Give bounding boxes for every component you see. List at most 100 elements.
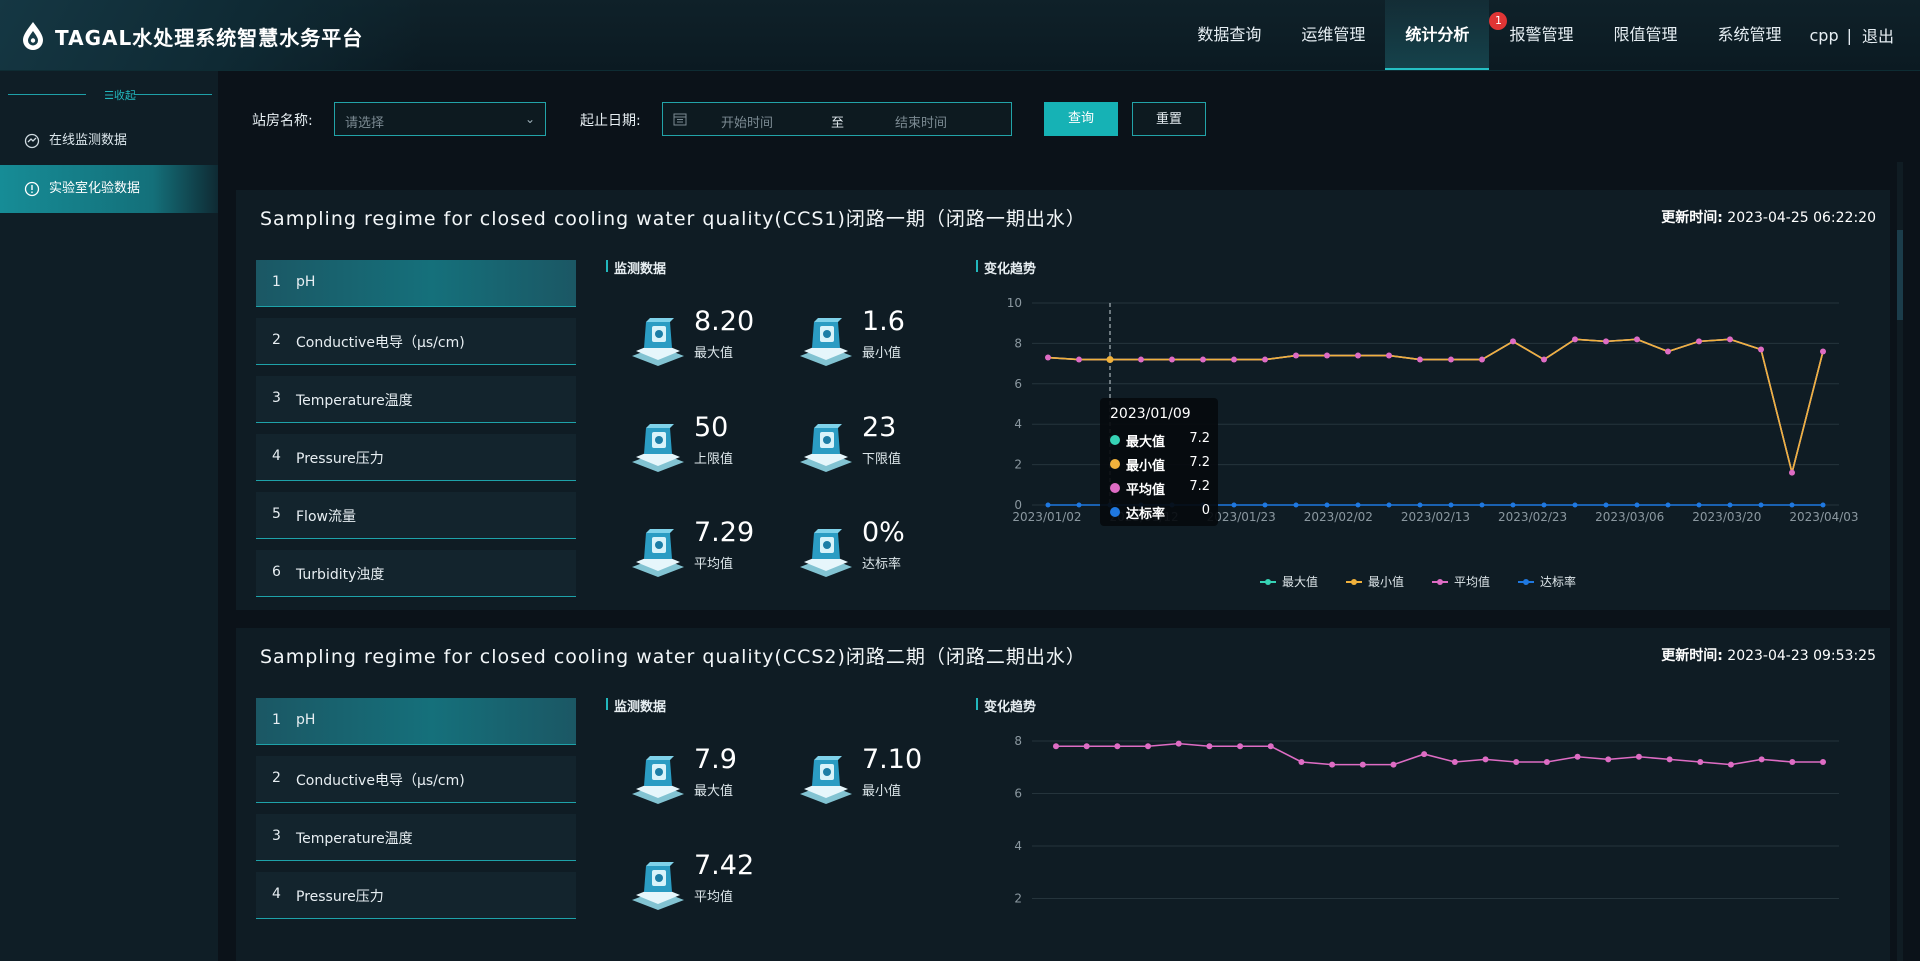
data-point — [1479, 502, 1485, 508]
data-point — [1386, 502, 1392, 508]
param-item-pressure[interactable]: 4 Pressure压力 — [256, 434, 576, 481]
data-point — [1605, 756, 1612, 763]
metric-label: 上限值 — [694, 452, 734, 467]
tooltip-series-value: 7.2 — [1189, 455, 1210, 470]
data-point — [1634, 336, 1640, 343]
param-item-turbidity[interactable]: 6 Turbidity浊度 — [256, 550, 576, 597]
metric-value: 23 — [862, 412, 897, 443]
data-point — [1355, 352, 1361, 359]
param-label: Pressure压力 — [296, 451, 384, 467]
scrollbar-thumb[interactable] — [1897, 230, 1903, 320]
legend-item-min[interactable]: 最小值 — [1346, 573, 1404, 590]
data-point — [1727, 502, 1733, 508]
trend-chart-ccs2[interactable]: 2 4 6 8 — [974, 728, 1874, 961]
water-drop-logo-icon — [23, 22, 43, 50]
metric-label: 最大值 — [694, 784, 734, 799]
data-point — [1758, 756, 1765, 763]
sidebar-item-online-monitoring[interactable]: 在线监测数据 — [0, 117, 218, 165]
tooltip-series-name: 最小值 — [1126, 459, 1166, 474]
metric-value: 7.9 — [694, 744, 737, 775]
query-button[interactable]: 查询 — [1044, 102, 1118, 136]
param-number: 1 — [272, 712, 281, 728]
logout-link[interactable]: 退出 — [1852, 23, 1920, 47]
divider-left — [8, 94, 86, 95]
metric-value: 1.6 — [862, 306, 905, 337]
data-point — [1053, 743, 1059, 750]
data-point — [1634, 502, 1640, 508]
data-point — [1293, 502, 1299, 508]
metric-min: 7.10 最小值 — [796, 740, 956, 810]
legend-item-rate[interactable]: 达标率 — [1518, 573, 1576, 590]
legend-item-avg[interactable]: 平均值 — [1432, 573, 1490, 590]
average-icon — [632, 529, 684, 577]
series-dot-icon — [1110, 459, 1120, 469]
param-label: Pressure压力 — [296, 889, 384, 905]
metric-average: 7.42 平均值 — [628, 846, 788, 916]
y-tick-label: 2 — [1014, 458, 1022, 472]
param-item-flow[interactable]: 5 Flow流量 — [256, 492, 576, 539]
update-time-label: 更新时间: — [1661, 210, 1723, 226]
nav-alarms[interactable]: 1 报警管理 — [1489, 0, 1593, 70]
x-tick-label: 2023/02/23 — [1498, 510, 1567, 524]
collapse-toggle[interactable]: ☰收起 — [8, 87, 212, 102]
data-point — [1200, 356, 1206, 363]
metric-min: 1.6 最小值 — [796, 302, 956, 372]
station-select[interactable]: 请选择 ⌄ — [334, 102, 546, 136]
data-point — [1417, 356, 1423, 363]
data-point — [1697, 759, 1704, 765]
nav-statistics[interactable]: 统计分析 — [1385, 0, 1490, 70]
update-time: 更新时间: 2023-04-23 09:53:25 — [1661, 645, 1876, 665]
update-time-value: 2023-04-23 09:53:25 — [1727, 648, 1876, 664]
nav-limits[interactable]: 限值管理 — [1593, 0, 1697, 70]
metric-average: 7.29 平均值 — [628, 513, 788, 583]
tooltip-series-value: 0 — [1201, 503, 1210, 518]
sidebar-item-lab-data[interactable]: 实验室化验数据 — [0, 165, 218, 213]
data-point — [1359, 761, 1366, 768]
series-dot-icon — [1110, 507, 1120, 517]
nav-system[interactable]: 系统管理 — [1697, 0, 1801, 70]
param-item-conductivity[interactable]: 2 Conductive电导（μs/cm) — [256, 318, 576, 365]
x-tick-label: 2023/01/02 — [1012, 510, 1081, 524]
data-point — [1355, 502, 1361, 508]
tooltip-series-name: 达标率 — [1126, 507, 1166, 522]
tooltip-series-name: 最大值 — [1126, 435, 1166, 450]
start-date-input[interactable]: 开始时间 — [721, 112, 773, 131]
param-item-pressure[interactable]: 4 Pressure压力 — [256, 872, 576, 919]
update-time: 更新时间: 2023-04-25 06:22:20 — [1661, 207, 1876, 227]
param-item-ph[interactable]: 1 pH — [256, 698, 576, 745]
data-point — [1231, 502, 1237, 508]
param-item-temperature[interactable]: 3 Temperature温度 — [256, 814, 576, 861]
date-range-picker[interactable]: 开始时间 至 结束时间 — [662, 102, 1012, 136]
metric-value: 8.20 — [694, 306, 755, 337]
param-item-conductivity[interactable]: 2 Conductive电导（μs/cm) — [256, 756, 576, 803]
data-point — [1789, 759, 1796, 765]
param-item-ph[interactable]: 1 pH — [256, 260, 576, 307]
param-label: pH — [296, 712, 316, 728]
y-tick-label: 4 — [1014, 417, 1022, 431]
data-point — [1045, 502, 1051, 508]
reset-button[interactable]: 重置 — [1132, 102, 1206, 136]
lab-alert-icon — [24, 181, 40, 197]
data-point — [1479, 356, 1485, 363]
param-number: 6 — [272, 564, 281, 580]
y-tick-label: 10 — [1007, 296, 1022, 310]
data-point — [1758, 502, 1764, 508]
data-point — [1727, 336, 1733, 343]
filter-bar: 站房名称: 请选择 ⌄ 起止日期: 开始时间 至 结束时间 查询 重置 — [236, 84, 1906, 154]
nav-data-query[interactable]: 数据查询 — [1177, 0, 1281, 70]
metric-value: 7.10 — [862, 744, 923, 775]
sidebar-item-label: 实验室化验数据 — [49, 181, 141, 196]
nav-operations[interactable]: 运维管理 — [1281, 0, 1385, 70]
metric-label: 平均值 — [694, 557, 734, 572]
data-point — [1820, 348, 1826, 355]
data-point — [1298, 759, 1305, 765]
param-item-temperature[interactable]: 3 Temperature温度 — [256, 376, 576, 423]
current-user[interactable]: cpp — [1801, 26, 1846, 45]
legend-item-max[interactable]: 最大值 — [1260, 573, 1318, 590]
tooltip-series-value: 7.2 — [1189, 479, 1210, 494]
data-point — [1482, 756, 1489, 763]
data-point — [1758, 346, 1764, 353]
data-point — [1510, 338, 1516, 345]
chart-tooltip: 2023/01/09 最大值 7.2 最小值 7.2 平均值 7.2 达标率 0 — [1100, 398, 1218, 526]
end-date-input[interactable]: 结束时间 — [895, 112, 947, 131]
